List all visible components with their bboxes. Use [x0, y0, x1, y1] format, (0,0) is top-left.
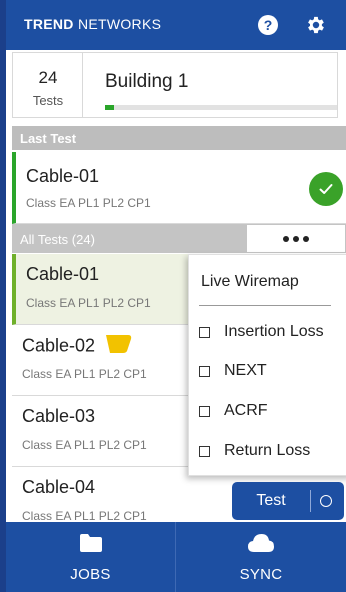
test-button-label: Test	[256, 492, 286, 509]
building-name: Building 1	[105, 71, 189, 92]
bottom-nav: JOBS SYNC	[6, 522, 346, 592]
brand-light-text: NETWORKS	[77, 16, 162, 32]
last-test-card[interactable]: Cable-01 Class EA PL1 PL2 CP1	[12, 152, 346, 224]
test-count-value: 24	[38, 68, 58, 87]
nav-jobs[interactable]: JOBS	[6, 522, 176, 592]
app-header: TREND NETWORKS ?	[6, 0, 346, 50]
app-frame: TREND NETWORKS ? 24 Tests Building 1 Las…	[0, 0, 346, 592]
cable-class: Class EA PL1 PL2 CP1	[22, 438, 147, 452]
menu-divider	[199, 305, 331, 306]
menu-item-label: ACRF	[224, 402, 268, 419]
job-progress-fill	[105, 105, 115, 110]
cable-name: Cable-02	[22, 335, 96, 356]
help-icon[interactable]: ?	[256, 13, 280, 37]
test-type-menu: Live Wiremap Insertion Loss NEXT ACRF Re…	[188, 254, 346, 476]
checkbox[interactable]	[199, 365, 210, 377]
last-test-cable-class: Class EA PL1 PL2 CP1	[26, 196, 151, 210]
last-test-label: Last Test	[20, 131, 77, 146]
last-test-header: Last Test	[12, 126, 346, 150]
test-button-divider	[310, 490, 311, 512]
nav-jobs-label: JOBS	[70, 566, 111, 583]
check-icon	[309, 172, 343, 206]
job-summary-card[interactable]: 24 Tests Building 1	[12, 52, 338, 118]
cable-class: Class EA PL1 PL2 CP1	[22, 509, 147, 523]
gear-icon[interactable]	[304, 13, 328, 37]
cable-class: Class EA PL1 PL2 CP1	[26, 296, 151, 310]
cable-class: Class EA PL1 PL2 CP1	[22, 367, 147, 381]
cloud-icon	[176, 534, 346, 552]
checkbox[interactable]	[199, 405, 210, 417]
nav-sync-label: SYNC	[239, 566, 283, 583]
folder-icon	[6, 534, 175, 552]
brand-logo: TREND NETWORKS	[24, 16, 161, 32]
cable-name-with-tag: Cable-02	[22, 335, 132, 358]
menu-item-label: NEXT	[224, 362, 267, 379]
cable-name: Cable-01	[26, 264, 100, 284]
more-dots-icon[interactable]	[246, 224, 346, 253]
job-progress-bar	[105, 105, 337, 110]
menu-item-label: Insertion Loss	[224, 323, 324, 340]
menu-item-insertion-loss[interactable]: Insertion Loss	[199, 317, 324, 347]
nav-sync[interactable]: SYNC	[176, 522, 346, 592]
test-count-label: Tests	[32, 93, 64, 108]
cable-name: Cable-03	[22, 406, 96, 426]
tag-icon	[106, 335, 132, 358]
checkbox[interactable]	[199, 445, 210, 457]
menu-item-acrf[interactable]: ACRF	[199, 396, 268, 426]
menu-item-label: Return Loss	[224, 442, 311, 459]
menu-item-next[interactable]: NEXT	[199, 356, 267, 386]
brand-bold-text: TREND	[24, 16, 74, 32]
menu-item-live-wiremap[interactable]: Live Wiremap	[201, 273, 299, 291]
test-count-box: 24 Tests	[13, 53, 83, 117]
last-test-cable-name: Cable-01	[26, 166, 100, 186]
all-tests-header: All Tests (24)	[12, 224, 346, 253]
checkbox[interactable]	[199, 326, 210, 338]
cable-name: Cable-04	[22, 477, 96, 497]
loop-icon[interactable]	[320, 495, 332, 507]
all-tests-label: All Tests (24)	[20, 232, 95, 247]
menu-item-return-loss[interactable]: Return Loss	[199, 436, 310, 466]
test-button[interactable]: Test	[232, 482, 344, 520]
